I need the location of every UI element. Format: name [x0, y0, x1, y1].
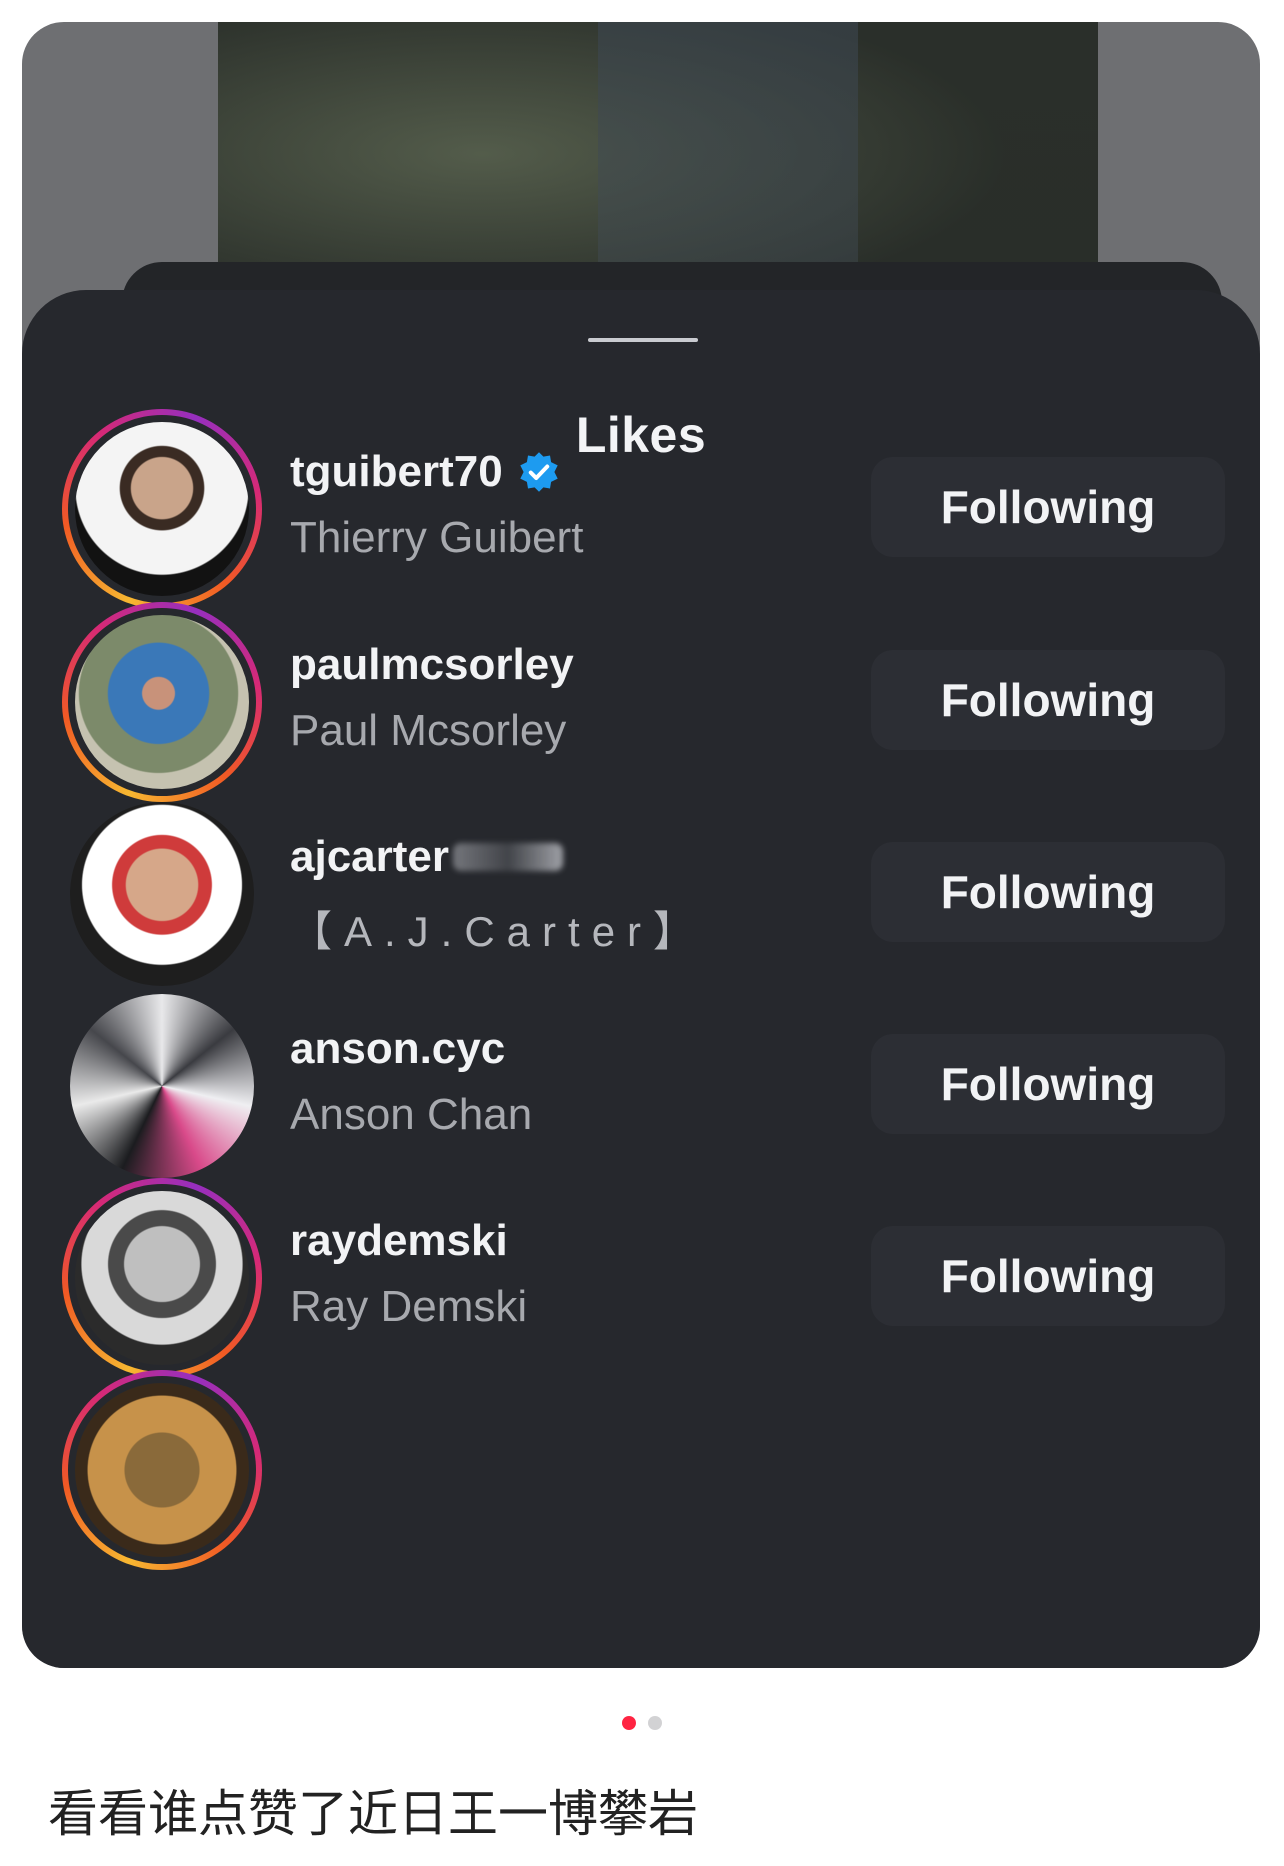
username-text: tguibert70 — [290, 447, 503, 496]
username[interactable]: ajcarter — [290, 832, 564, 882]
username[interactable]: paulmcsorley — [290, 640, 574, 690]
carousel-dot[interactable] — [648, 1716, 662, 1730]
avatar[interactable] — [62, 1178, 262, 1378]
post-image-card[interactable]: Likes tguibert70 Thierry Guibert Followi… — [22, 22, 1260, 1668]
full-name: Thierry Guibert — [290, 513, 584, 562]
avatar-photo — [75, 1383, 249, 1557]
avatar-photo — [75, 1191, 249, 1365]
list-item-partial[interactable] — [22, 1370, 1260, 1580]
full-name: 【A.J.Carter】 — [290, 908, 708, 955]
username-text: anson.cyc — [290, 1024, 506, 1073]
verified-badge-icon — [520, 452, 558, 492]
blurred-username-suffix — [453, 843, 564, 871]
carousel-indicator — [0, 1716, 1284, 1730]
full-name: Paul Mcsorley — [290, 706, 567, 755]
full-name: Ray Demski — [290, 1282, 528, 1331]
list-item[interactable]: paulmcsorley Paul Mcsorley Following — [22, 602, 1260, 812]
list-item[interactable]: tguibert70 Thierry Guibert Following — [22, 409, 1260, 619]
avatar[interactable] — [62, 409, 262, 609]
post-caption: 看看谁点赞了近日王一博攀岩 — [48, 1785, 698, 1843]
following-button[interactable]: Following — [871, 1226, 1225, 1326]
username[interactable]: anson.cyc — [290, 1024, 505, 1074]
full-name: Anson Chan — [290, 1090, 533, 1139]
avatar-photo — [75, 422, 249, 596]
avatar-photo — [75, 615, 249, 789]
following-button[interactable]: Following — [871, 842, 1225, 942]
carousel-dot-active[interactable] — [622, 1716, 636, 1730]
avatar[interactable] — [62, 794, 262, 994]
username[interactable]: raydemski — [290, 1216, 508, 1266]
avatar[interactable] — [62, 1370, 262, 1570]
list-item[interactable]: ajcarter 【A.J.Carter】 Following — [22, 794, 1260, 1004]
list-item[interactable]: anson.cyc Anson Chan Following — [22, 986, 1260, 1196]
following-button[interactable]: Following — [871, 1034, 1225, 1134]
following-button[interactable]: Following — [871, 457, 1225, 557]
avatar[interactable] — [62, 602, 262, 802]
avatar[interactable] — [62, 986, 262, 1186]
avatar-photo — [70, 994, 254, 1178]
username[interactable]: tguibert70 — [290, 447, 561, 497]
username-text: paulmcsorley — [290, 640, 574, 689]
avatar-photo — [70, 802, 254, 986]
sheet-drag-handle[interactable] — [588, 338, 698, 342]
following-button[interactable]: Following — [871, 650, 1225, 750]
list-item[interactable]: raydemski Ray Demski Following — [22, 1178, 1260, 1388]
username-text: ajcarter — [290, 832, 450, 881]
username-text: raydemski — [290, 1216, 508, 1265]
